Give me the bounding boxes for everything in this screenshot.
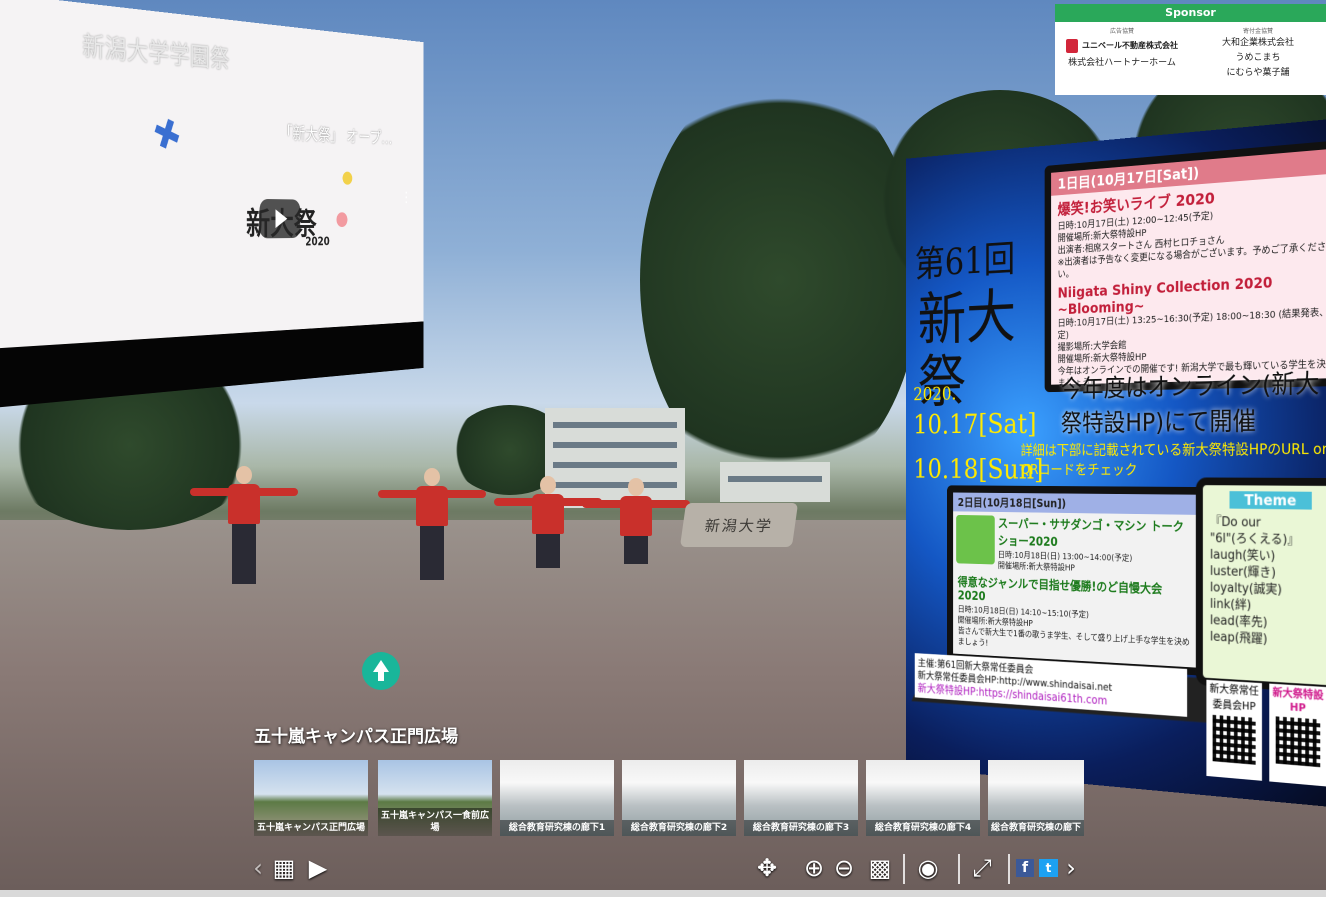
- sponsor-brand: ユニベール不動産株式会社: [1057, 36, 1187, 56]
- sponsor-name: うめこまち: [1235, 53, 1281, 63]
- committee-qr-label: 新大祭常任委員会HP: [1209, 681, 1259, 714]
- day2-schedule-screen: 2日目(10月18日[Sun]) スーパー・ササダンゴ・マシン トークショー20…: [947, 485, 1206, 676]
- sponsor-panel: Sponsor 広告協賛 ユニベール不動産株式会社 株式会社ハートナーホーム 寄…: [1055, 4, 1326, 95]
- theme-phone-screen: Theme 『Do our "6l"(ろくえる)』 laugh(笑い) lust…: [1195, 477, 1326, 695]
- qr-code-icon[interactable]: ▩: [864, 850, 896, 886]
- location-title: 五十嵐キャンパス正門広場: [254, 727, 458, 747]
- scene-thumbnail[interactable]: 総合教育研究棟の廊下: [988, 760, 1084, 836]
- fullscreen-icon[interactable]: ⤢: [964, 850, 1000, 886]
- sponsor-name: にむらや菓子舗: [1226, 68, 1290, 78]
- toolbar-divider: [1008, 854, 1010, 884]
- thumbnail-grid-icon[interactable]: ▦: [268, 850, 300, 886]
- festival-poster[interactable]: 1日目(10月17日[Sat]) 爆笑!お笑いライブ 2020 日時:10月17…: [905, 118, 1326, 808]
- kebab-icon[interactable]: ⋮: [401, 189, 411, 206]
- scene-thumbnail[interactable]: 五十嵐キャンパス一食前広場: [378, 760, 492, 836]
- festival-qr-label: 新大祭特設HP: [1272, 685, 1324, 715]
- video-frame[interactable]: 新潟大学学園祭 「新大祭」 オープ... ✚ 新大祭 2020 ⋮: [0, 0, 424, 410]
- autoplay-icon[interactable]: ▶: [302, 850, 334, 886]
- sponsor-logo-icon: [1066, 38, 1078, 53]
- video-title-continued: 「新大祭」 オープ...: [279, 122, 393, 148]
- university-stone-sign: 新潟大学: [679, 503, 799, 547]
- thumbnail-caption: 五十嵐キャンパス一食前広場: [378, 808, 492, 836]
- video-play-button[interactable]: [259, 198, 301, 239]
- poster-detail-notice: 詳細は下部に記載されている新大祭特設HPのURL or QRコードをチェック: [1020, 440, 1326, 479]
- day1-schedule-screen: 1日目(10月17日[Sat]) 爆笑!お笑いライブ 2020 日時:10月17…: [1044, 138, 1326, 393]
- browser-bottom-edge: [0, 890, 1326, 897]
- toolbar-divider: [903, 854, 905, 884]
- guest-photo: [956, 514, 995, 565]
- scene-thumbnail[interactable]: 総合教育研究棟の廊下4: [866, 760, 980, 836]
- forward-arrow-hotspot[interactable]: [362, 652, 400, 690]
- facebook-icon[interactable]: f: [1016, 859, 1034, 877]
- committee-qr-code: 新大祭常任委員会HP: [1206, 679, 1262, 781]
- embedded-video-panel[interactable]: 新潟大学学園祭 「新大祭」 オープ... ✚ 新大祭 2020 ⋮: [0, 0, 424, 420]
- scene-thumbnail[interactable]: 総合教育研究棟の廊下3: [744, 760, 858, 836]
- decorative-dot: [336, 212, 348, 228]
- poster-date-day1: 10.17[Sat]: [913, 407, 1037, 441]
- vr-goggles-icon[interactable]: ◉: [906, 850, 950, 886]
- qr-code-icon: [1212, 714, 1256, 765]
- poster-online-notice: 今年度はオンライン(新大祭特設HP)にて開催: [1060, 369, 1320, 439]
- zoom-out-icon[interactable]: ⊖: [828, 850, 860, 886]
- prev-thumbnails-icon[interactable]: ‹: [248, 850, 268, 886]
- thumbnail-caption: 総合教育研究棟の廊下4: [866, 820, 980, 836]
- viewer-toolbar: ‹ ▦ ▶ ✥ ⊕ ⊖ ▩ ◉ ⤢ f t ›: [0, 850, 1326, 890]
- scene-thumbnail-strip[interactable]: 五十嵐キャンパス正門広場 五十嵐キャンパス一食前広場 総合教育研究棟の廊下1 総…: [254, 760, 1084, 836]
- thumbnail-caption: 五十嵐キャンパス正門広場: [254, 820, 368, 836]
- decorative-dot: [342, 171, 353, 185]
- scene-thumbnail[interactable]: 総合教育研究棟の廊下1: [500, 760, 614, 836]
- sponsor-name: 大和企業株式会社: [1221, 38, 1294, 48]
- ad-sponsor-label: 広告協賛: [1109, 28, 1134, 35]
- sponsor-header: Sponsor: [1055, 4, 1326, 22]
- sponsor-name: 株式会社ハートナーホーム: [1068, 58, 1176, 68]
- thumbnail-caption: 総合教育研究棟の廊下2: [622, 820, 736, 836]
- twitter-icon[interactable]: t: [1039, 859, 1058, 877]
- video-logo-year: 2020: [305, 235, 330, 249]
- video-title: 新潟大学学園祭: [82, 30, 230, 74]
- theme-header: Theme: [1229, 491, 1312, 510]
- stone-sign-text: 新潟大学: [703, 517, 775, 535]
- move-view-icon[interactable]: ✥: [746, 850, 788, 886]
- scene-thumbnail[interactable]: 総合教育研究棟の廊下2: [622, 760, 736, 836]
- poster-year: 2020.: [913, 382, 957, 405]
- campus-building: [545, 408, 685, 508]
- thumbnail-caption: 総合教育研究棟の廊下3: [744, 820, 858, 836]
- thumbnail-caption: 総合教育研究棟の廊下: [988, 820, 1084, 836]
- thumbnail-caption: 総合教育研究棟の廊下1: [500, 820, 614, 836]
- next-icon[interactable]: ›: [1060, 850, 1082, 886]
- festival-qr-code: 新大祭特設HP: [1269, 683, 1326, 787]
- scene-thumbnail[interactable]: 五十嵐キャンパス正門広場: [254, 760, 368, 836]
- decorative-cross-icon: ✚: [147, 107, 186, 163]
- qr-code-icon: [1275, 716, 1321, 768]
- toolbar-divider: [958, 854, 960, 884]
- zoom-in-icon[interactable]: ⊕: [798, 850, 830, 886]
- ad-sponsors: 広告協賛 ユニベール不動産株式会社 株式会社ハートナーホーム: [1057, 26, 1187, 71]
- donation-sponsor-label: 寄付金協賛: [1242, 28, 1273, 35]
- campus-building: [720, 462, 830, 502]
- poster-edition: 第61回: [914, 237, 1016, 286]
- donation-sponsors: 寄付金協賛 大和企業株式会社 うめこまち にむらや菓子舗: [1193, 26, 1323, 81]
- sponsor-name: ユニベール不動産株式会社: [1082, 41, 1178, 50]
